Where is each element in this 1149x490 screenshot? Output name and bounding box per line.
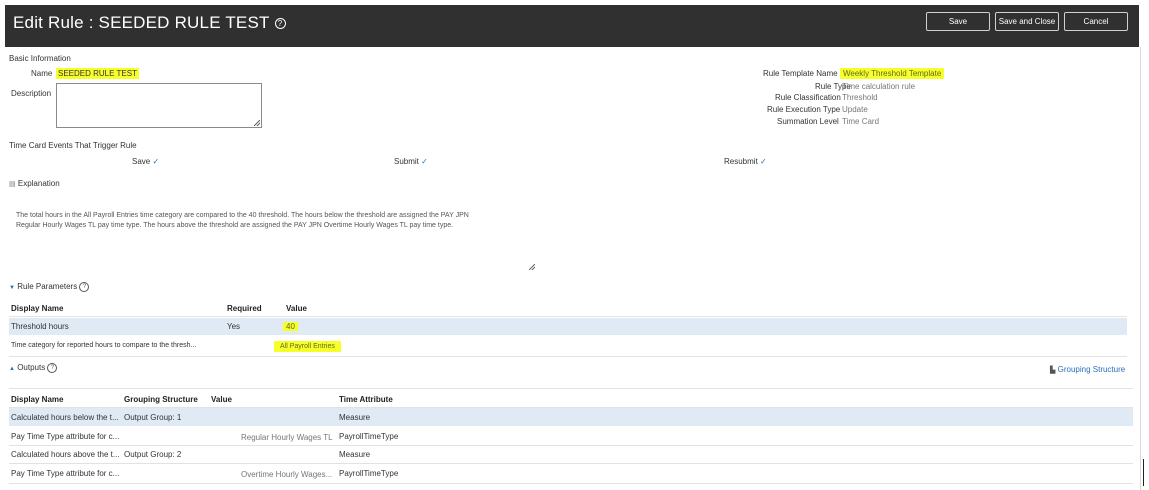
expand-triangle-icon[interactable]: ▲ (9, 366, 15, 372)
event-resubmit: Resubmit ✓ (724, 157, 767, 166)
out-row-1-attr: Measure (339, 413, 371, 422)
rule-type-value: Time calculation rule (842, 82, 916, 91)
event-resubmit-check-icon: ✓ (760, 157, 767, 166)
rp-row-2-value[interactable]: All Payroll Entries (274, 341, 341, 352)
out-row-3-group: Output Group: 2 (124, 450, 182, 459)
rule-parameters-label: Rule Parameters (17, 282, 78, 292)
out-row-3-attr: Measure (339, 450, 371, 459)
table-row[interactable] (9, 318, 1127, 335)
explanation-heading: ▤ Explanation (9, 179, 60, 188)
name-label: Name (31, 69, 53, 78)
rule-execution-type-label: Rule Execution Type (767, 105, 841, 114)
rp-row-2-name: Time category for reported hours to comp… (11, 342, 197, 349)
out-row-1-group: Output Group: 1 (124, 413, 182, 422)
explanation-line-2: Regular Hourly Wages TL pay time type. T… (16, 222, 454, 229)
text-cursor (1143, 459, 1144, 486)
out-row-3-name: Calculated hours above the t... (11, 450, 120, 459)
summation-level-label: Summation Level (777, 117, 839, 126)
rule-parameters-help-icon[interactable]: ? (79, 282, 90, 292)
rule-execution-type-value: Update (842, 105, 868, 114)
resize-grip-icon[interactable] (254, 120, 260, 126)
explanation-line-1: The total hours in the All Payroll Entri… (16, 212, 469, 219)
out-row-4-value: Overtime Hourly Wages... (241, 470, 333, 479)
grouping-structure-icon: ▙ (1050, 367, 1056, 374)
save-and-close-button[interactable]: Save and Close (995, 12, 1059, 31)
event-save: Save ✓ (132, 157, 159, 166)
explanation-resize-grip-icon[interactable] (528, 263, 535, 270)
rp-col-value: Value (286, 304, 307, 313)
outputs-heading[interactable]: ▲ Outputs ? (9, 363, 58, 373)
description-textarea[interactable] (56, 83, 262, 128)
rp-row-1-name: Threshold hours (11, 322, 69, 331)
rp-row-1-required: Yes (227, 322, 241, 331)
event-submit-check-icon: ✓ (421, 157, 428, 166)
rp-col-required: Required (227, 304, 262, 313)
explanation-label: Explanation (17, 179, 60, 188)
save-button[interactable]: Save (926, 12, 990, 31)
out-row-divider (9, 463, 1133, 464)
grouping-structure-label: Grouping Structure (1057, 365, 1126, 374)
help-icon[interactable]: ? (274, 18, 286, 30)
collapse-triangle-icon[interactable]: ▼ (9, 285, 15, 291)
rule-parameters-heading[interactable]: ▼ Rule Parameters ? (9, 282, 90, 292)
out-col-grouping-structure: Grouping Structure (124, 395, 198, 404)
event-submit: Submit ✓ (394, 157, 428, 166)
out-row-2-attr: PayrollTimeType (339, 432, 399, 441)
event-save-check-icon: ✓ (152, 157, 160, 166)
rp-header-divider (9, 316, 1127, 317)
out-col-display-name: Display Name (11, 395, 64, 404)
out-col-time-attribute: Time Attribute (339, 395, 393, 404)
out-row-4-name: Pay Time Type attribute for c... (11, 469, 120, 478)
basic-information-heading: Basic Information (9, 54, 71, 63)
grouping-structure-link[interactable]: ▙ Grouping Structure (1050, 365, 1125, 374)
rule-classification-label: Rule Classification (775, 93, 841, 102)
page-title-text: Edit Rule : SEEDED RULE TEST (13, 13, 270, 32)
time-card-events-heading: Time Card Events That Trigger Rule (9, 141, 137, 150)
explanation-icon: ▤ (9, 181, 16, 188)
outputs-top-divider (9, 388, 1133, 389)
summation-level-value: Time Card (842, 117, 880, 126)
out-col-value: Value (211, 395, 232, 404)
event-resubmit-label: Resubmit (724, 157, 758, 166)
event-save-label: Save (132, 157, 151, 166)
rule-template-name-label: Rule Template Name (763, 69, 838, 78)
out-row-divider (9, 445, 1133, 446)
rp-col-display-name: Display Name (11, 304, 64, 313)
out-row-2-value: Regular Hourly Wages TL (241, 433, 333, 442)
outputs-label: Outputs (17, 363, 46, 373)
name-value[interactable]: SEEDED RULE TEST (56, 68, 139, 79)
description-label: Description (11, 89, 52, 98)
rp-row-1-value[interactable]: 40 (283, 322, 298, 331)
page-title: Edit Rule : SEEDED RULE TEST? (13, 13, 286, 33)
outputs-bottom-divider (9, 483, 1133, 484)
scrollbar-track[interactable] (1140, 47, 1141, 490)
rule-template-name-value: Weekly Threshold Template (840, 68, 945, 79)
out-row-1-name: Calculated hours below the t... (11, 413, 119, 422)
event-submit-label: Submit (394, 157, 419, 166)
outputs-help-icon[interactable]: ? (47, 363, 58, 373)
rp-bottom-divider (9, 356, 1127, 357)
rule-classification-value: Threshold (842, 93, 878, 102)
out-row-4-attr: PayrollTimeType (339, 469, 399, 478)
cancel-button[interactable]: Cancel (1064, 12, 1128, 31)
out-row-2-name: Pay Time Type attribute for c... (11, 432, 120, 441)
